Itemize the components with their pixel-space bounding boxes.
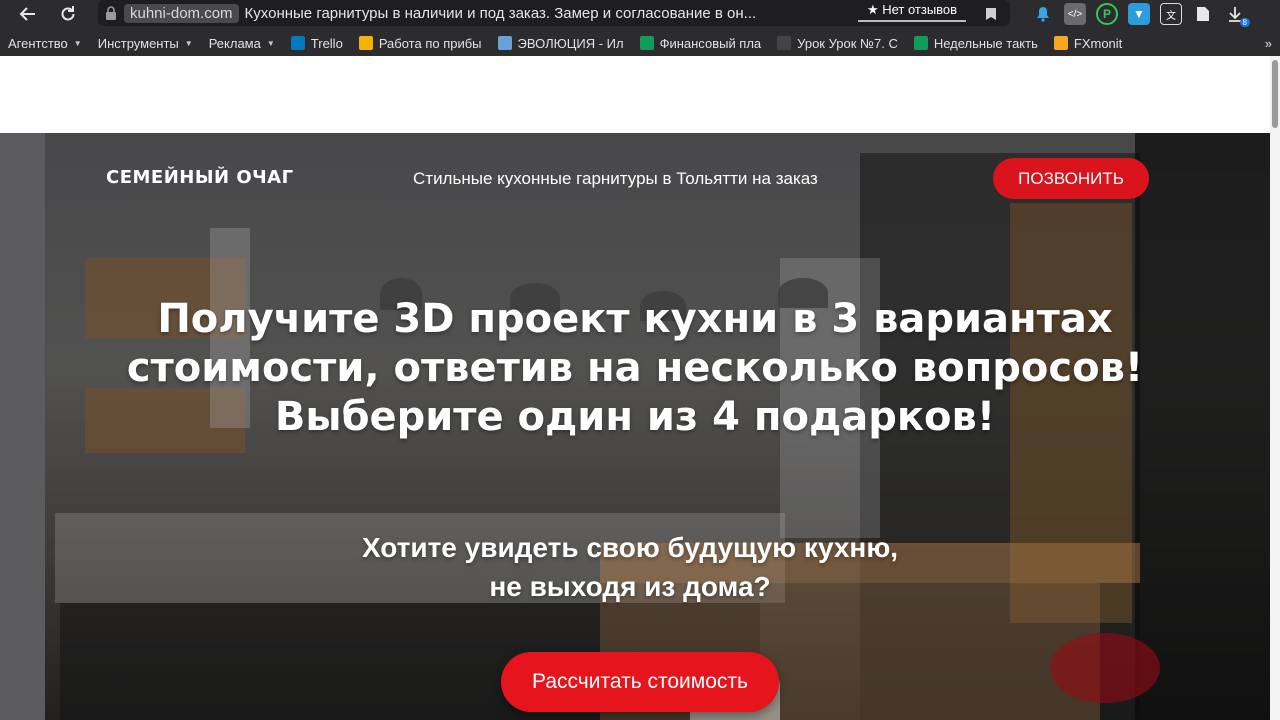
bookmark-label: Урок Урок №7. С	[797, 35, 898, 51]
browser-toolbar: kuhni-dom.com Кухонные гарнитуры в налич…	[0, 0, 1280, 30]
bookmark-label: Trello	[310, 35, 343, 51]
bookmark-item[interactable]: Инструменты ▼	[90, 30, 201, 56]
bookmark-label: ЭВОЛЮЦИЯ - Ил	[517, 35, 624, 51]
hero-subline: Хотите увидеть свою будущую кухню, не вы…	[260, 528, 1000, 606]
reload-icon[interactable]	[57, 3, 79, 25]
dropdown-caret-icon: ▼	[266, 38, 275, 48]
page-scrollbar[interactable]	[1270, 56, 1280, 720]
extensions-area: </> P ▼ 文 8	[980, 2, 1250, 27]
bookmarks-bar: Агентство ▼ Инструменты ▼ Реклама ▼ Trello Рабо…	[0, 30, 1280, 56]
bookmark-item[interactable]: Урок Урок №7. С	[769, 30, 906, 56]
bookmark-icon[interactable]	[980, 3, 1002, 25]
bookmark-item[interactable]: ЭВОЛЮЦИЯ - Ил	[490, 30, 632, 56]
bookmark-label: FXmonit	[1073, 35, 1123, 51]
url-domain: kuhni-dom.com	[124, 3, 239, 23]
bookmark-item[interactable]: Финансовый пла	[632, 30, 770, 56]
more-bookmarks-icon[interactable]: »	[1257, 30, 1280, 56]
bookmark-label: Недельные такть	[933, 35, 1038, 51]
scrollbar-thumb[interactable]	[1272, 60, 1278, 128]
bookmark-item[interactable]: Trello	[283, 30, 351, 56]
dropdown-caret-icon: ▼	[73, 38, 82, 48]
back-arrow-icon[interactable]	[17, 3, 39, 25]
bookmark-label: Работа по прибы	[378, 35, 482, 51]
bookmark-favicon-icon	[777, 36, 792, 50]
document-extension-icon[interactable]	[1192, 3, 1214, 25]
web-page: СЕМЕЙНЫЙ ОЧАГ Стильные кухонные гарнитур…	[0, 56, 1280, 720]
bookmark-label: Инструменты	[97, 35, 179, 51]
bookmark-favicon-icon	[358, 36, 373, 50]
bookmark-item[interactable]: Агентство ▼	[0, 30, 90, 56]
bookmark-label: Реклама	[208, 35, 261, 51]
bookmark-favicon-icon	[1053, 36, 1068, 50]
calculate-cost-button[interactable]: Рассчитать стоимость	[501, 652, 779, 712]
bookmark-label: Финансовый пла	[659, 35, 762, 51]
translate-extension-icon[interactable]: 文	[1160, 3, 1182, 25]
bookmark-favicon-icon	[913, 36, 928, 50]
lock-icon	[98, 6, 124, 20]
bookmark-item[interactable]: Реклама ▼	[201, 30, 283, 56]
bookmark-item[interactable]: Недельные такть	[906, 30, 1046, 56]
bookmark-item[interactable]: FXmonit	[1046, 30, 1130, 56]
hero-headline: Получите 3D проект кухни в 3 вариантах с…	[126, 296, 1144, 440]
site-logo[interactable]: СЕМЕЙНЫЙ ОЧАГ	[106, 167, 294, 188]
bookmark-item[interactable]: Работа по прибы	[351, 30, 490, 56]
bookmark-favicon-icon	[639, 36, 654, 50]
call-button[interactable]: ПОЗВОНИТЬ	[993, 158, 1149, 199]
bookmark-favicon-icon	[290, 36, 305, 50]
dropdown-caret-icon: ▼	[184, 38, 193, 48]
reviews-chip[interactable]: ★ Нет отзывов	[858, 0, 966, 22]
notification-bell-icon[interactable]	[1032, 3, 1054, 25]
bookmark-favicon-icon	[497, 36, 512, 50]
page-title-in-address-bar: Кухонные гарнитуры в наличии и под заказ…	[244, 4, 757, 22]
hero-subline-line-1: Хотите увидеть свою будущую кухню,	[361, 532, 899, 563]
bookmark-label: Агентство	[8, 35, 68, 51]
downloads-badge: 8	[1239, 18, 1250, 27]
hero-section: СЕМЕЙНЫЙ ОЧАГ Стильные кухонные гарнитур…	[0, 133, 1270, 720]
downloads-icon[interactable]: 8	[1224, 3, 1250, 27]
download-extension-icon[interactable]: ▼	[1128, 3, 1150, 25]
site-tagline: Стильные кухонные гарнитуры в Тольятти н…	[413, 169, 818, 188]
green-p-extension-icon[interactable]: P	[1096, 3, 1118, 25]
page-top-strip	[0, 56, 1270, 133]
code-extension-icon[interactable]: </>	[1064, 3, 1086, 25]
hero-subline-line-2: не выходя из дома?	[489, 571, 771, 602]
